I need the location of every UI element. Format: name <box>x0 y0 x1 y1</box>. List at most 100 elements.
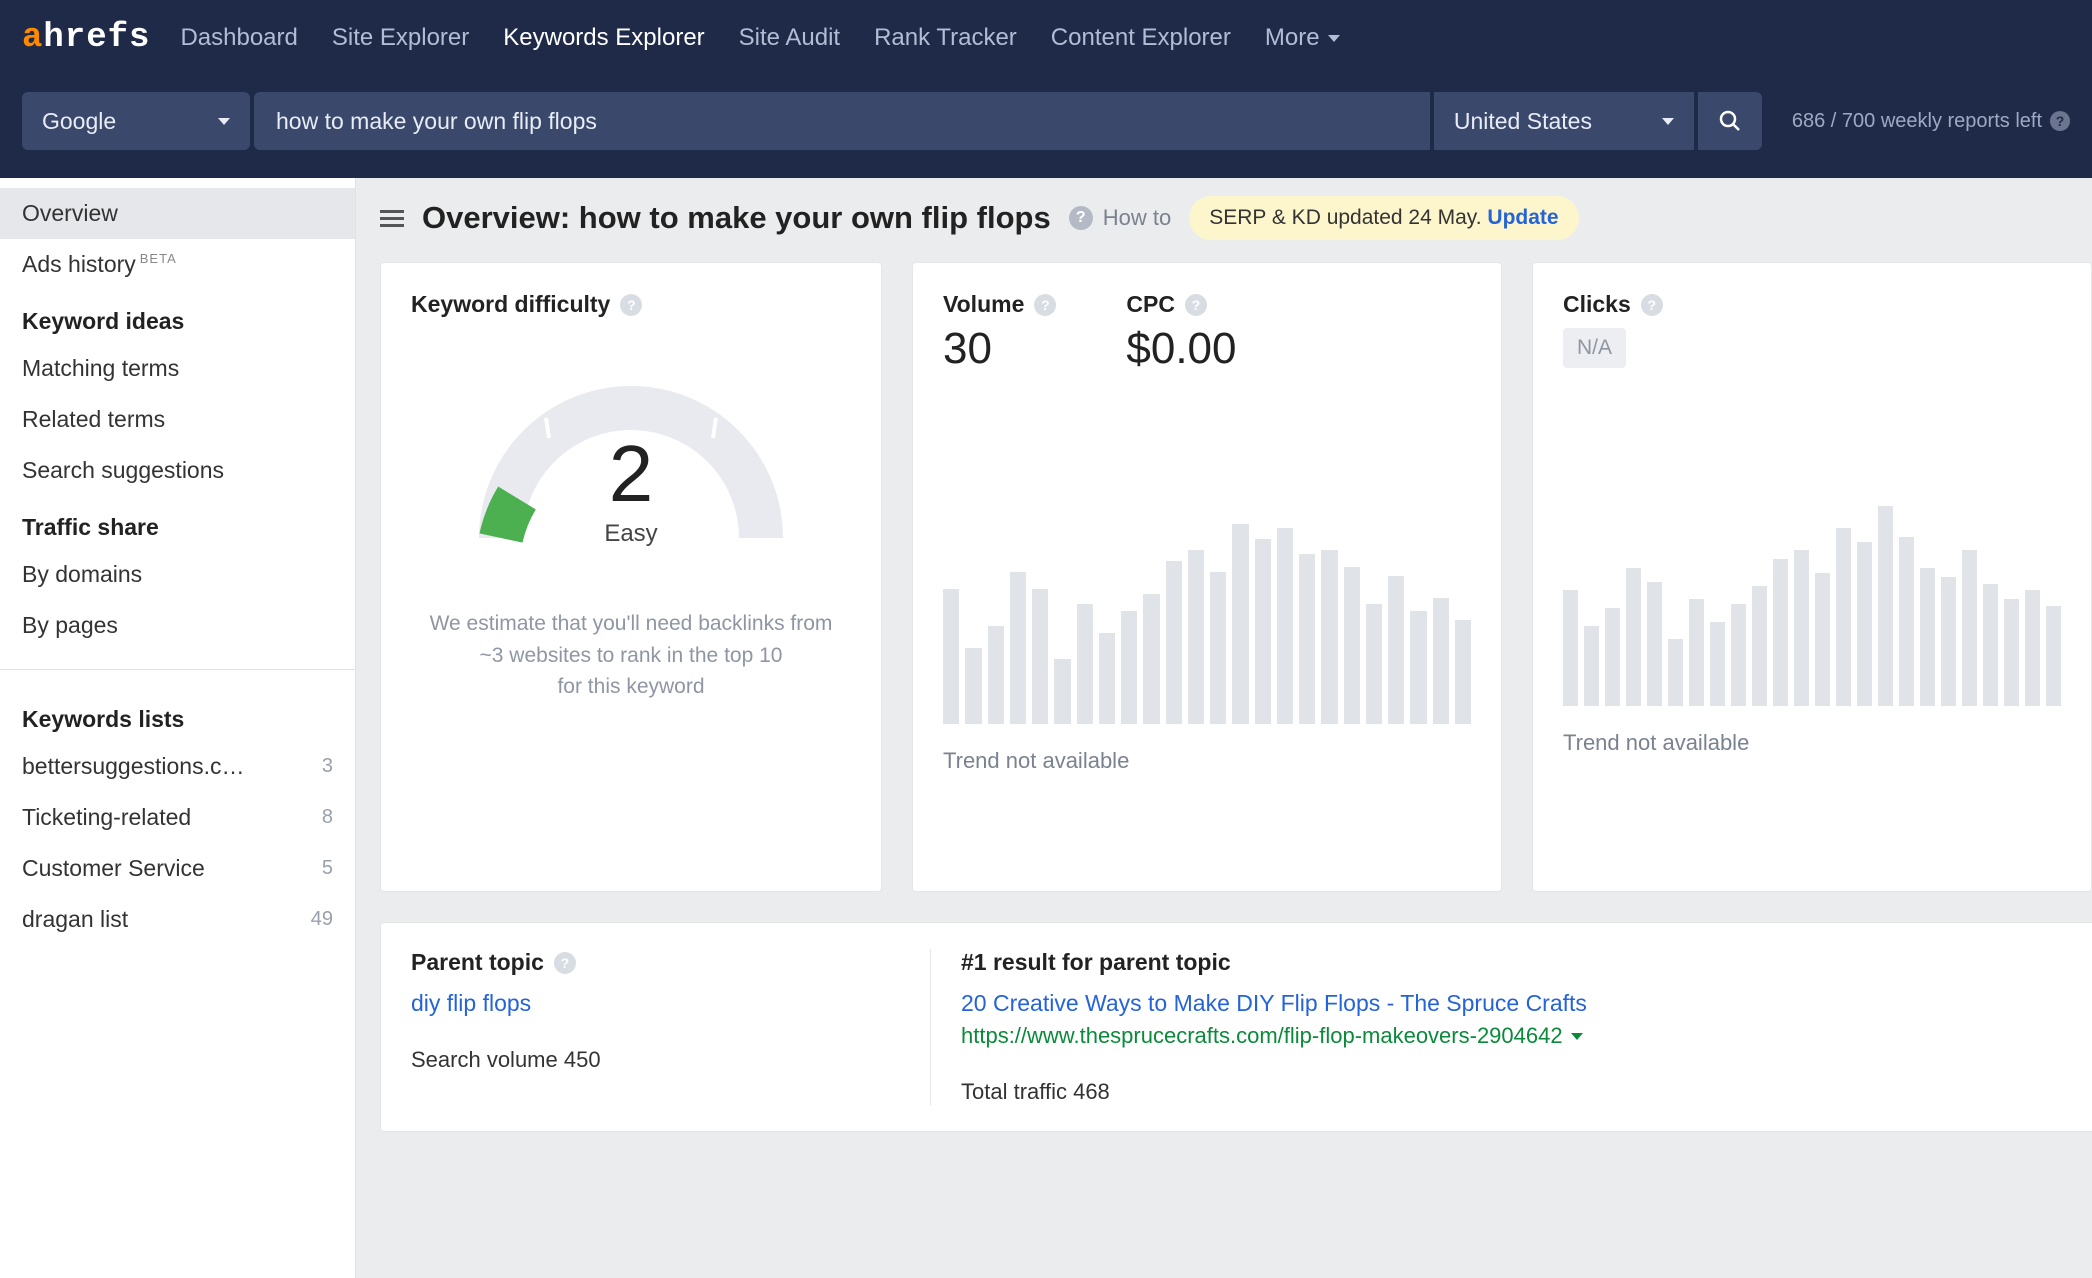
chart-bar <box>1752 586 1767 706</box>
nav-more[interactable]: More <box>1265 24 1340 52</box>
clicks-label: Clicks ? <box>1563 291 2061 318</box>
chart-bar <box>943 589 959 724</box>
total-traffic: Total traffic 468 <box>961 1079 2092 1105</box>
chevron-down-icon <box>1662 118 1674 125</box>
chart-bar <box>1962 550 1977 706</box>
chart-bar <box>1773 559 1788 706</box>
trend-not-available: Trend not available <box>1563 730 2061 756</box>
chart-bar <box>1983 584 1998 706</box>
chart-bar <box>2004 599 2019 706</box>
chart-bar <box>1232 524 1248 724</box>
country-select[interactable]: United States <box>1434 92 1694 150</box>
keyword-input[interactable]: how to make your own flip flops <box>254 92 1430 150</box>
help-icon[interactable]: ? <box>1034 294 1056 316</box>
update-pill: SERP & KD updated 24 May. Update <box>1189 196 1578 240</box>
volume-block: Volume ? 30 <box>943 291 1056 374</box>
volume-value: 30 <box>943 324 1056 374</box>
sidebar-list-item[interactable]: Ticketing-related8 <box>0 792 355 843</box>
chart-bar <box>1710 622 1725 706</box>
beta-badge: BETA <box>140 251 177 266</box>
chart-bar <box>1815 573 1830 706</box>
parent-search-volume: Search volume 450 <box>411 1047 900 1073</box>
chart-bar <box>988 626 1004 724</box>
sidebar-by-domains[interactable]: By domains <box>0 549 355 600</box>
volume-trend-chart <box>943 504 1471 724</box>
how-to[interactable]: ? How to <box>1069 205 1171 231</box>
help-icon: ? <box>1069 206 1093 230</box>
sidebar-overview[interactable]: Overview <box>0 188 355 239</box>
chart-bar <box>1899 537 1914 706</box>
chart-bar <box>1584 626 1599 706</box>
chart-bar <box>1668 639 1683 706</box>
chart-bar <box>1794 550 1809 706</box>
nav-dashboard[interactable]: Dashboard <box>180 24 297 52</box>
update-link[interactable]: Update <box>1487 206 1558 229</box>
chart-bar <box>1299 554 1315 724</box>
chart-bar <box>1455 620 1471 724</box>
parent-topic-link[interactable]: diy flip flops <box>411 990 900 1017</box>
chart-bar <box>965 648 981 724</box>
help-icon[interactable]: ? <box>554 952 576 974</box>
nav-content-explorer[interactable]: Content Explorer <box>1051 24 1231 52</box>
chart-bar <box>2046 606 2061 706</box>
search-button[interactable] <box>1698 92 1762 150</box>
chart-bar <box>1166 561 1182 724</box>
clicks-card: Clicks ? N/A Trend not available <box>1532 262 2092 892</box>
nav-site-audit[interactable]: Site Audit <box>739 24 840 52</box>
chart-bar <box>1255 539 1271 724</box>
sidebar-list-item[interactable]: dragan list49 <box>0 894 355 945</box>
chevron-down-icon <box>218 118 230 125</box>
sidebar-related-terms[interactable]: Related terms <box>0 394 355 445</box>
help-icon[interactable]: ? <box>1185 294 1207 316</box>
help-icon[interactable]: ? <box>1641 294 1663 316</box>
help-icon[interactable]: ? <box>2050 111 2070 131</box>
search-engine-select[interactable]: Google <box>22 92 250 150</box>
nav-site-explorer[interactable]: Site Explorer <box>332 24 469 52</box>
nav-keywords-explorer[interactable]: Keywords Explorer <box>503 24 704 52</box>
chart-bar <box>1099 633 1115 724</box>
chart-bar <box>1857 542 1872 706</box>
chart-bar <box>1433 598 1449 724</box>
sidebar-list-item[interactable]: bettersuggestions.c…3 <box>0 741 355 792</box>
chart-bar <box>1410 611 1426 724</box>
chart-bar <box>1077 604 1093 724</box>
page-header: Overview: how to make your own flip flop… <box>380 196 2092 240</box>
chart-bar <box>1563 590 1578 706</box>
sidebar: Overview Ads historyBETA Keyword ideas M… <box>0 178 356 1278</box>
chart-bar <box>1010 572 1026 724</box>
search-bar: Google how to make your own flip flops U… <box>0 76 2092 178</box>
kd-description: We estimate that you'll need backlinks f… <box>411 608 851 703</box>
logo[interactable]: ahrefs <box>22 19 150 57</box>
kd-gauge: 2 Easy <box>411 358 851 548</box>
help-icon[interactable]: ? <box>620 294 642 316</box>
reports-left: 686 / 700 weekly reports left ? <box>1792 110 2070 133</box>
result-title-link[interactable]: 20 Creative Ways to Make DIY Flip Flops … <box>961 990 2092 1017</box>
chart-bar <box>1731 604 1746 706</box>
trend-not-available: Trend not available <box>943 748 1471 774</box>
cpc-value: $0.00 <box>1126 324 1236 374</box>
cpc-label: CPC ? <box>1126 291 1236 318</box>
divider <box>0 669 355 670</box>
sidebar-search-suggestions[interactable]: Search suggestions <box>0 445 355 496</box>
nav-items: Dashboard Site Explorer Keywords Explore… <box>180 24 1339 52</box>
sidebar-heading-traffic-share: Traffic share <box>0 496 355 549</box>
chart-bar <box>1920 568 1935 706</box>
sidebar-by-pages[interactable]: By pages <box>0 600 355 651</box>
result-url[interactable]: https://www.thesprucecrafts.com/flip-flo… <box>961 1023 2092 1049</box>
sidebar-list-item[interactable]: Customer Service5 <box>0 843 355 894</box>
volume-label: Volume ? <box>943 291 1056 318</box>
top-nav: ahrefs Dashboard Site Explorer Keywords … <box>0 0 2092 76</box>
content: Overview: how to make your own flip flop… <box>356 178 2092 1278</box>
sidebar-matching-terms[interactable]: Matching terms <box>0 343 355 394</box>
menu-toggle-icon[interactable] <box>380 210 404 227</box>
chart-bar <box>1277 528 1293 724</box>
clicks-trend-chart <box>1563 486 2061 706</box>
chart-bar <box>1941 577 1956 706</box>
cpc-block: CPC ? $0.00 <box>1126 291 1236 374</box>
chart-bar <box>1188 550 1204 724</box>
nav-rank-tracker[interactable]: Rank Tracker <box>874 24 1017 52</box>
sidebar-ads-history[interactable]: Ads historyBETA <box>0 239 355 290</box>
search-icon <box>1718 109 1742 133</box>
chart-bar <box>1210 572 1226 724</box>
chevron-down-icon <box>1328 35 1340 42</box>
